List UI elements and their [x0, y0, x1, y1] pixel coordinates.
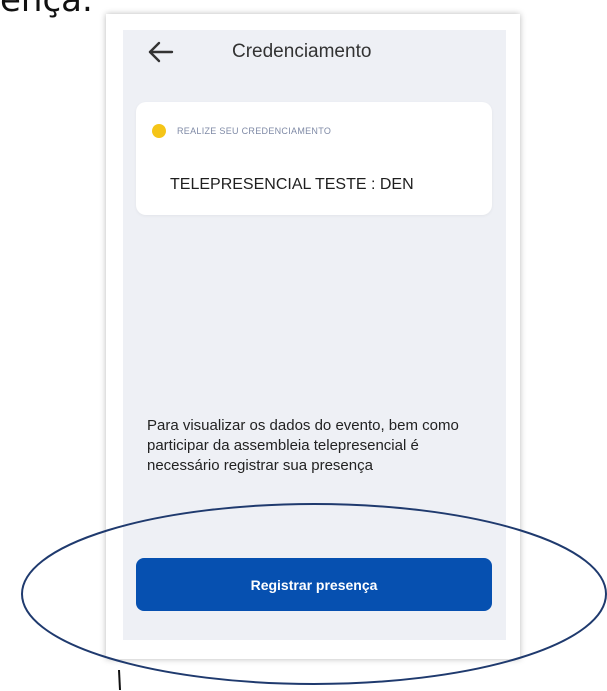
screenshot-stage: ença. Credenciamento REALIZE SEU CREDENC… — [0, 0, 607, 691]
app-header: Credenciamento — [123, 30, 506, 76]
page-title: Credenciamento — [232, 41, 372, 62]
arrow-left-icon[interactable] — [147, 40, 175, 64]
register-presence-button[interactable]: Registrar presença — [136, 558, 492, 611]
document-caption-fragment: ença. — [0, 0, 93, 20]
info-message: Para visualizar os dados do evento, bem … — [147, 417, 459, 474]
event-name: TELEPRESENCIAL TESTE : DEN — [170, 176, 414, 193]
event-card[interactable]: REALIZE SEU CREDENCIAMENTO TELEPRESENCIA… — [136, 102, 492, 215]
status-dot-icon — [152, 124, 166, 138]
status-label: REALIZE SEU CREDENCIAMENTO — [177, 126, 332, 136]
app-screen: Credenciamento REALIZE SEU CREDENCIAMENT… — [123, 30, 506, 640]
